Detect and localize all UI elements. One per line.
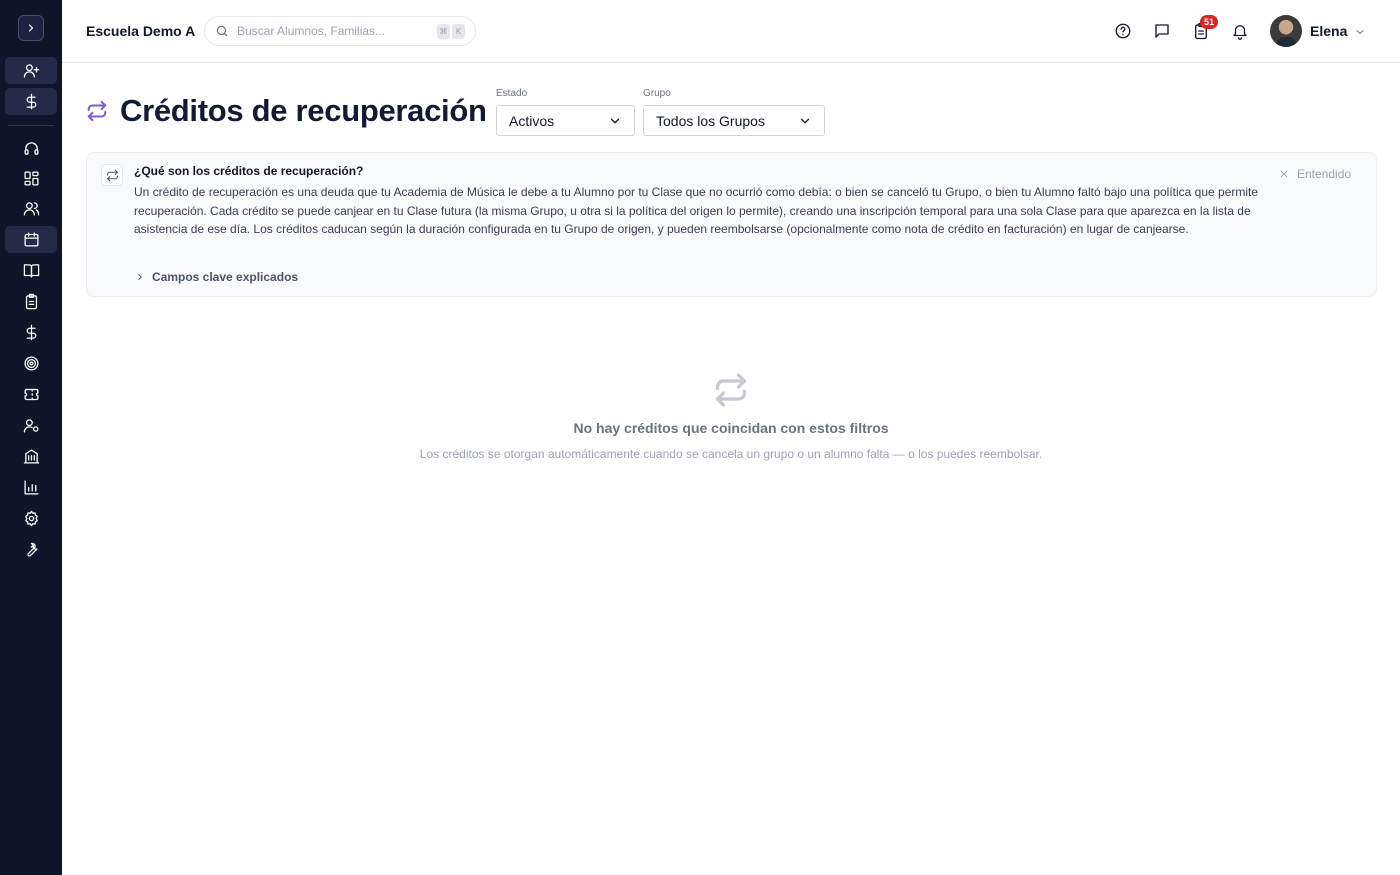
key-fields-label: Campos clave explicados (152, 270, 299, 284)
chevron-down-icon (610, 118, 620, 123)
bar-chart-icon (23, 480, 39, 495)
repeat-icon (86, 100, 108, 122)
notifications-button[interactable] (1230, 21, 1250, 41)
search-placeholder: Buscar Alumnos, Familias... (237, 24, 386, 38)
sidebar-toggle-button[interactable] (18, 15, 44, 41)
chevron-down-icon (800, 118, 810, 123)
dismiss-button[interactable]: Entendido (1279, 167, 1351, 181)
sidebar-divider (8, 125, 54, 126)
sidebar-item-settings[interactable] (5, 505, 57, 532)
clipboard-icon (25, 293, 37, 310)
info-body: Un crédito de recuperación es una deuda … (134, 185, 1259, 236)
estado-select-value: Activos (509, 112, 555, 129)
chevron-right-icon (28, 24, 34, 32)
empty-state-subtitle: Los créditos se otorgan automáticamente … (419, 447, 1043, 461)
messages-button[interactable] (1152, 21, 1172, 41)
chat-icon (1155, 24, 1169, 38)
sidebar-item-calendar[interactable] (5, 226, 57, 253)
dollar-icon (26, 324, 36, 341)
search-icon (216, 25, 228, 37)
add-user-icon (23, 64, 39, 78)
school-name[interactable]: Escuela Demo A (86, 23, 195, 39)
sidebar-item-locations[interactable] (5, 443, 57, 470)
shortcut-key: ⌘ (437, 23, 450, 39)
search-input[interactable]: Buscar Alumnos, Familias... ⌘ K (204, 16, 476, 46)
repeat-icon (713, 372, 749, 408)
estado-filter-label: Estado (496, 88, 528, 99)
repeat-icon (101, 164, 123, 186)
dismiss-label: Entendido (1297, 167, 1352, 181)
grupo-select-value: Todos los Grupos (656, 112, 765, 129)
bell-icon (1233, 25, 1247, 40)
sidebar-item-support[interactable] (5, 135, 57, 162)
headset-icon (23, 142, 39, 155)
sidebar-item-billing[interactable] (5, 88, 57, 115)
user-menu-toggle[interactable] (1354, 25, 1366, 37)
shortcut-key: K (452, 23, 465, 39)
sidebar-item-goals[interactable] (5, 350, 57, 377)
sidebar-item-add-user[interactable] (5, 57, 57, 84)
user-settings-icon (23, 419, 39, 433)
info-panel: ¿Qué son los créditos de recuperación? U… (86, 152, 1377, 297)
book-icon (23, 264, 39, 278)
close-icon (1280, 170, 1288, 178)
grupo-select[interactable]: Todos los Grupos (643, 105, 825, 136)
help-icon (1115, 23, 1131, 39)
dollar-icon (26, 93, 36, 110)
key-fields-toggle[interactable]: Campos clave explicados (135, 270, 298, 284)
building-icon (23, 449, 39, 464)
grupo-filter-label: Grupo (643, 88, 671, 99)
info-title: ¿Qué son los créditos de recuperación? (134, 164, 364, 178)
calendar-icon (23, 232, 39, 247)
chevron-right-icon (138, 274, 142, 280)
empty-state-title: No hay créditos que coincidan con estos … (573, 420, 889, 436)
ticket-icon (23, 388, 39, 401)
gear-icon (24, 510, 38, 527)
help-button[interactable] (1113, 21, 1133, 41)
user-name[interactable]: Elena (1310, 23, 1347, 39)
sidebar-item-users[interactable] (5, 195, 57, 222)
sidebar-item-staff[interactable] (5, 412, 57, 439)
sidebar-item-tickets[interactable] (5, 381, 57, 408)
sidebar-item-lessons[interactable] (5, 257, 57, 284)
target-icon (23, 356, 39, 371)
top-header: Escuela Demo A Buscar Alumnos, Familias.… (62, 0, 1400, 63)
sidebar-item-attendance[interactable] (5, 288, 57, 315)
users-icon (23, 202, 39, 216)
avatar[interactable] (1270, 15, 1302, 47)
sidebar-item-tools[interactable] (5, 536, 57, 563)
dashboard-icon (23, 171, 39, 186)
sidebar (0, 0, 62, 875)
sidebar-item-reports[interactable] (5, 474, 57, 501)
page-title: Créditos de recuperación (120, 93, 487, 128)
estado-select[interactable]: Activos (496, 105, 635, 136)
tasks-badge: 51 (1200, 15, 1218, 29)
wrench-icon (26, 542, 38, 557)
sidebar-item-dashboard[interactable] (5, 165, 57, 192)
sidebar-item-payments[interactable] (5, 319, 57, 346)
chevron-down-icon (1356, 30, 1364, 34)
